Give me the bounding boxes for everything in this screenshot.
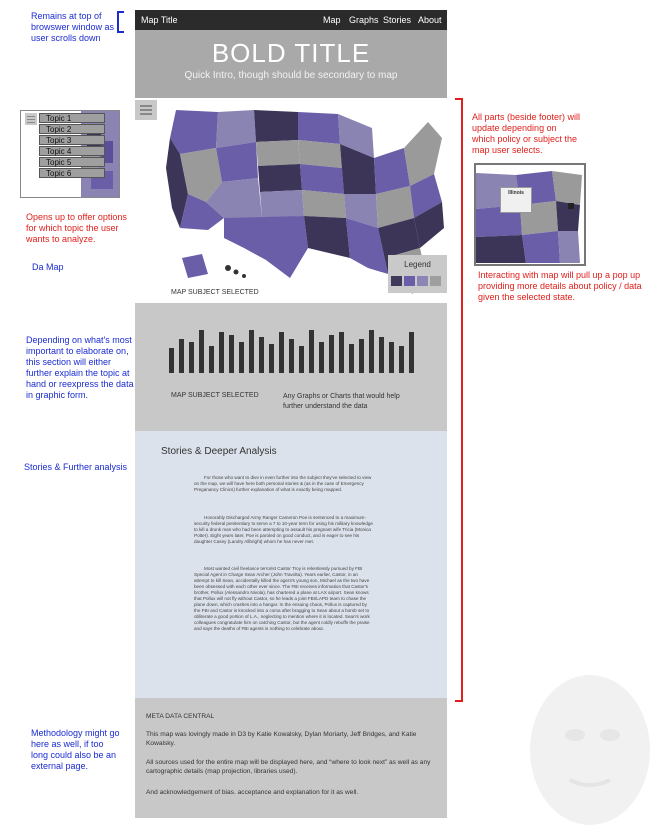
stories-section	[135, 431, 447, 698]
graph-subject-caption: MAP SUBJECT SELECTED	[171, 392, 259, 399]
graph-bar	[289, 339, 294, 373]
state-region	[374, 148, 410, 194]
graph-bar	[329, 335, 334, 373]
state-region-hawaii	[225, 265, 231, 271]
graph-bar	[229, 335, 234, 373]
graph-bar	[199, 330, 204, 373]
meta-line: All sources used for the entire map will…	[146, 759, 431, 775]
annotation-sticky-nav: Remains at top of browswer window as use…	[31, 11, 115, 43]
popup-thumbnail: Illinois	[474, 163, 586, 266]
topic-panel-thumbnail: Topic 1 Topic 2 Topic 3 Topic 4 Topic 5 …	[20, 110, 120, 198]
nav-bracket	[117, 11, 124, 33]
graph-bar	[389, 342, 394, 373]
state-region	[302, 190, 346, 218]
topic-item[interactable]: Topic 4	[39, 146, 105, 156]
graph-bar	[169, 348, 174, 373]
nav-title[interactable]: Map Title	[141, 15, 178, 25]
state-region	[258, 164, 302, 192]
topic-item[interactable]: Topic 1	[39, 113, 105, 123]
state-region	[298, 112, 340, 144]
legend-title: Legend	[404, 260, 431, 269]
legend-swatch	[404, 276, 415, 286]
top-navbar: Map Title Map Graphs Stories About	[135, 10, 447, 30]
nav-link-about[interactable]: About	[418, 15, 442, 25]
story-paragraph: Most wanted civil freelance terrorist Ca…	[194, 566, 370, 631]
annotation-da-map: Da Map	[32, 262, 64, 272]
topic-menu-icon[interactable]	[135, 100, 157, 120]
hero-header: BOLD TITLE Quick Intro, though should be…	[135, 30, 447, 98]
legend-swatch	[430, 276, 441, 286]
nav-link-map[interactable]: Map	[323, 15, 341, 25]
annotation-popup: Interacting with map will pull up a pop …	[478, 270, 642, 302]
popup-thumb-map	[476, 165, 584, 264]
popup-title: Illinois	[508, 190, 524, 196]
nav-link-graphs[interactable]: Graphs	[349, 15, 379, 25]
stories-title: Stories & Deeper Analysis	[161, 446, 277, 457]
state-region	[300, 164, 344, 194]
topic-item[interactable]: Topic 2	[39, 124, 105, 134]
annotation-graph-section: Depending on what's most important to el…	[26, 335, 134, 400]
topic-menu-icon[interactable]	[25, 113, 37, 125]
hero-subtitle: Quick Intro, though should be secondary …	[184, 70, 398, 81]
annotation-topic-panel: Opens up to offer options for which topi…	[26, 212, 127, 244]
update-bracket	[455, 98, 463, 702]
state-region	[216, 110, 256, 148]
graph-bar	[179, 339, 184, 373]
graph-bar	[359, 339, 364, 373]
graph-bar	[269, 344, 274, 373]
meta-line: And acknowledgement of bias. acceptance …	[146, 789, 359, 796]
graph-bar	[349, 344, 354, 373]
graph-bar	[369, 330, 374, 373]
graph-description: Any Graphs or Charts that would help fur…	[283, 393, 400, 410]
legend-swatch	[417, 276, 428, 286]
graph-bar	[239, 342, 244, 373]
state-region	[404, 122, 442, 186]
graph-bar	[319, 342, 324, 373]
story-paragraph: For those who want to dive in even furth…	[194, 475, 372, 492]
bar-chart	[169, 328, 419, 373]
state-popup[interactable]: Illinois	[500, 187, 532, 213]
state-region	[298, 140, 342, 168]
annotation-stories: Stories & Further analysis	[24, 462, 128, 472]
graph-bar	[209, 346, 214, 373]
graph-bar	[249, 330, 254, 373]
story-paragraph: Honorably Discharged Army Ranger Cameron…	[194, 515, 373, 544]
graph-bar	[309, 330, 314, 373]
graph-bar	[279, 332, 284, 373]
map-subject-caption: MAP SUBJECT SELECTED	[171, 289, 259, 296]
graph-bar	[399, 346, 404, 373]
graph-bar	[219, 332, 224, 373]
state-region	[256, 140, 300, 166]
graph-bar	[379, 337, 384, 373]
state-region	[170, 110, 218, 154]
graph-bar	[299, 346, 304, 373]
state-region	[216, 142, 258, 182]
graph-bar	[259, 337, 264, 373]
state-region	[260, 190, 304, 218]
graph-bar	[339, 332, 344, 373]
topic-item[interactable]: Topic 3	[39, 135, 105, 145]
state-region-alaska	[182, 254, 208, 278]
state-region	[254, 110, 298, 142]
state-region	[224, 216, 308, 278]
state-region	[304, 216, 350, 258]
graph-bar	[189, 342, 194, 373]
nav-link-stories[interactable]: Stories	[383, 15, 411, 25]
meta-line: This map was lovingly made in D3 by Kati…	[146, 731, 417, 747]
graph-bar	[409, 332, 414, 373]
topic-item[interactable]: Topic 5	[39, 157, 105, 167]
map-legend: Legend	[388, 255, 447, 293]
hero-title: BOLD TITLE	[211, 38, 371, 68]
topic-item[interactable]: Topic 6	[39, 168, 105, 178]
background-face-image	[530, 675, 650, 825]
annotation-methodology: Methodology might go here as well, if to…	[31, 728, 120, 771]
legend-swatch	[391, 276, 402, 286]
meta-title: META DATA CENTRAL	[146, 713, 215, 720]
annotation-update: All parts (beside footer) will update de…	[472, 112, 581, 155]
